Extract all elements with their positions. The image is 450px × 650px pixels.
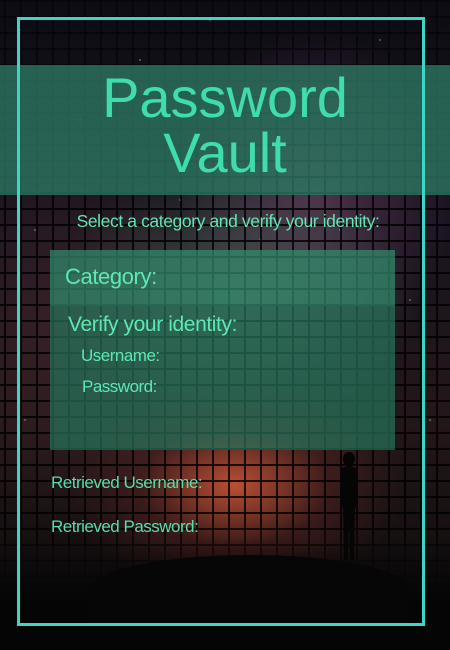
page-title: Password Vault [0,66,450,184]
username-input[interactable] [178,345,382,369]
verify-identity-heading: Verify your identity: [68,313,238,336]
retrieved-password-label: Retrieved Password: [51,517,199,536]
category-label: Category: [65,264,157,289]
title-line-2: Vault [163,121,287,184]
password-label: Password: [82,377,157,396]
password-input[interactable] [178,376,382,400]
category-select[interactable] [180,262,380,292]
retrieved-username-label: Retrieved Username: [51,473,203,492]
title-line-1: Password [102,66,348,129]
instruction-text: Select a category and verify your identi… [76,211,380,231]
username-label: Username: [81,346,160,365]
